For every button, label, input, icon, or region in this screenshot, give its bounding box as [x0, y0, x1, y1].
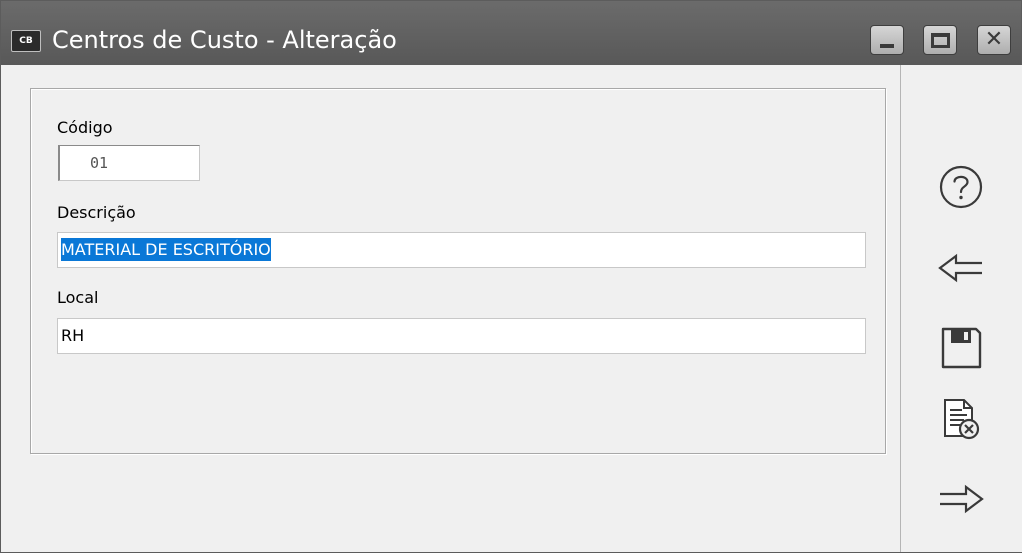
descricao-field[interactable]: MATERIAL DE ESCRITÓRIO: [57, 232, 866, 268]
document-cancel-icon: [944, 399, 980, 440]
back-button[interactable]: [929, 243, 993, 293]
local-label: Local: [57, 288, 99, 307]
arrow-left-icon: [938, 253, 982, 283]
window-title: Centros de Custo - Alteração: [52, 26, 397, 54]
arrow-right-icon: [940, 484, 984, 514]
save-icon: [941, 327, 982, 369]
next-button[interactable]: [929, 474, 993, 524]
cancel-document-button[interactable]: [929, 395, 993, 445]
app-icon[interactable]: CB: [11, 30, 41, 52]
close-icon: ✕: [984, 27, 1004, 52]
form-panel: [30, 88, 886, 454]
title-bar[interactable]: CB Centros de Custo - Alteração ✕: [1, 1, 1021, 65]
close-button[interactable]: ✕: [977, 25, 1011, 55]
action-sidebar: [900, 65, 1022, 552]
local-field[interactable]: RH: [57, 318, 866, 354]
centros-custo-window: CB Centros de Custo - Alteração ✕ Código…: [0, 0, 1022, 553]
codigo-field[interactable]: 01: [58, 145, 200, 181]
help-button[interactable]: [929, 162, 993, 212]
help-icon: [939, 165, 983, 209]
descricao-selected-text: MATERIAL DE ESCRITÓRIO: [61, 238, 271, 261]
descricao-label: Descrição: [57, 203, 136, 222]
codigo-label: Código: [57, 118, 113, 137]
maximize-icon: [931, 33, 950, 48]
minimize-button[interactable]: [870, 25, 904, 55]
minimize-icon: [880, 44, 894, 48]
maximize-button[interactable]: [923, 25, 957, 55]
client-area: Código 01 Descrição MATERIAL DE ESCRITÓR…: [1, 65, 1022, 552]
save-button[interactable]: [929, 323, 993, 373]
